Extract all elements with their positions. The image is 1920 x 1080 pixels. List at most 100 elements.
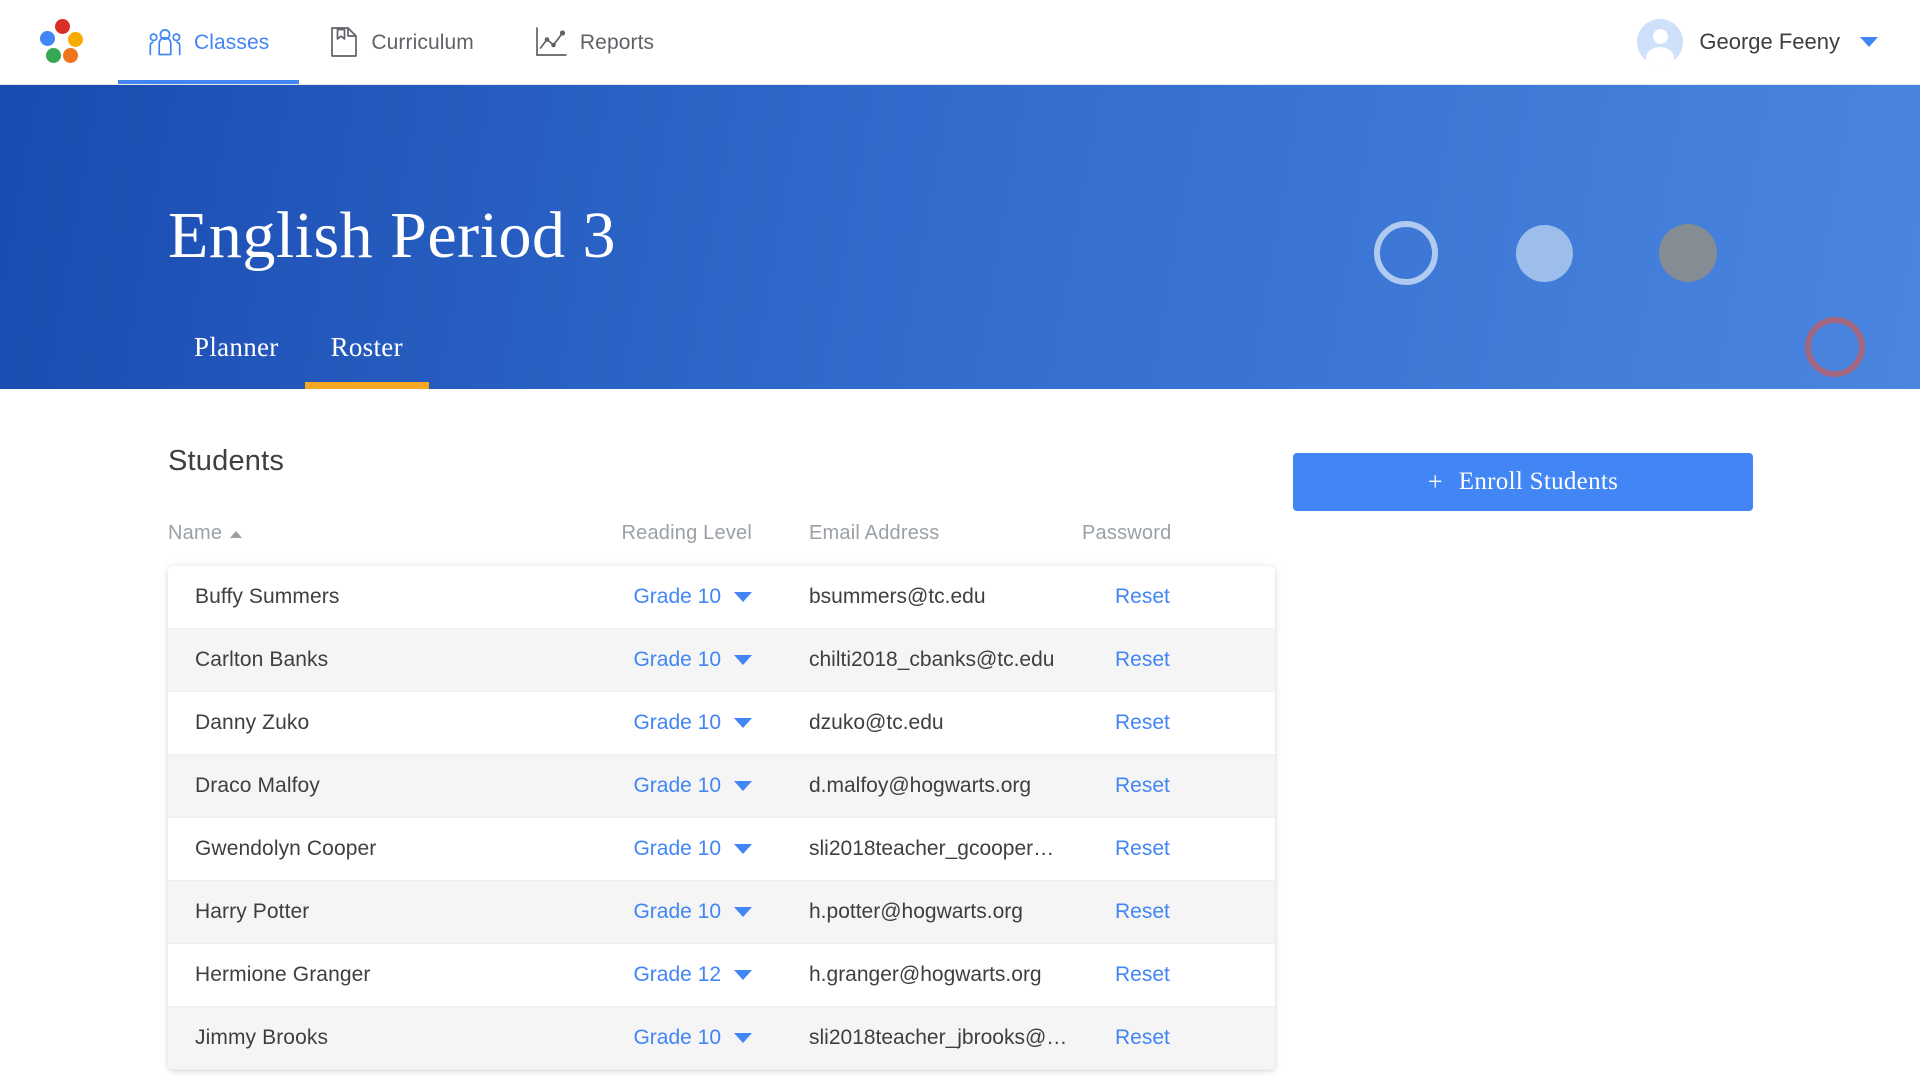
chevron-down-icon [734, 907, 752, 917]
nav-tab-curriculum[interactable]: Curriculum [299, 0, 504, 84]
password-cell: Reset [1082, 837, 1262, 861]
sort-ascending-icon[interactable] [230, 531, 243, 538]
password-cell: Reset [1082, 711, 1262, 735]
hero-tab-planner-label: Planner [194, 332, 279, 362]
nav-tab-classes-label: Classes [194, 30, 270, 54]
reading-level-value: Grade 10 [633, 837, 721, 860]
primary-nav-tabs: Classes Curriculum Reports [118, 0, 684, 84]
column-header-name[interactable]: Name [168, 522, 580, 545]
table-row[interactable]: Hermione Granger Grade 12 h.granger@hogw… [168, 944, 1275, 1007]
nav-tab-classes[interactable]: Classes [118, 0, 300, 84]
table-row[interactable]: Draco Malfoy Grade 10 d.malfoy@hogwarts.… [168, 755, 1275, 818]
chevron-down-icon [734, 844, 752, 854]
nav-tab-curriculum-label: Curriculum [371, 30, 474, 54]
logo-dot-green-icon [46, 48, 61, 63]
student-name: Carlton Banks [195, 648, 329, 671]
student-name: Draco Malfoy [195, 774, 320, 797]
table-row[interactable]: Gwendolyn Cooper Grade 10 sli2018teacher… [168, 818, 1275, 881]
chevron-down-icon [734, 970, 752, 980]
password-cell: Reset [1082, 648, 1262, 672]
student-email: sli2018teacher_jbrooks@… [809, 1026, 1068, 1049]
chevron-down-icon [734, 781, 752, 791]
student-name: Buffy Summers [195, 585, 340, 608]
column-header-email[interactable]: Email Address [752, 522, 1082, 545]
student-email: sli2018teacher_gcooper… [809, 837, 1055, 860]
top-navigation-bar: Classes Curriculum Reports George Feeny [0, 0, 1920, 85]
reading-level-value: Grade 10 [633, 648, 721, 671]
column-header-reading-level[interactable]: Reading Level [580, 522, 752, 545]
student-email: h.granger@hogwarts.org [809, 963, 1042, 986]
student-email: chilti2018_cbanks@tc.edu [809, 648, 1055, 671]
student-name: Gwendolyn Cooper [195, 837, 377, 860]
user-menu[interactable]: George Feeny [1637, 0, 1920, 84]
reading-level-dropdown[interactable]: Grade 10 [580, 1026, 752, 1050]
reading-level-value: Grade 12 [633, 963, 721, 986]
app-logo[interactable] [0, 0, 118, 84]
password-cell: Reset [1082, 900, 1262, 924]
reading-level-dropdown[interactable]: Grade 10 [580, 711, 752, 735]
reading-level-dropdown[interactable]: Grade 10 [580, 837, 752, 861]
people-group-icon [148, 27, 182, 57]
password-cell: Reset [1082, 774, 1262, 798]
student-email: bsummers@tc.edu [809, 585, 986, 608]
student-name: Danny Zuko [195, 711, 310, 734]
roster-table: Buffy Summers Grade 10 bsummers@tc.edu R… [168, 566, 1275, 1070]
reset-password-link[interactable]: Reset [1115, 900, 1170, 923]
table-row[interactable]: Jimmy Brooks Grade 10 sli2018teacher_jbr… [168, 1007, 1275, 1070]
reset-password-link[interactable]: Reset [1115, 711, 1170, 734]
logo-dot-blue-icon [40, 31, 55, 46]
nav-tab-reports[interactable]: Reports [504, 0, 684, 84]
table-row[interactable]: Buffy Summers Grade 10 bsummers@tc.edu R… [168, 566, 1275, 629]
chevron-down-icon[interactable] [1860, 37, 1878, 47]
reset-password-link[interactable]: Reset [1115, 585, 1170, 608]
reading-level-dropdown[interactable]: Grade 10 [580, 900, 752, 924]
hero-tab-roster-label: Roster [330, 332, 403, 362]
student-email: d.malfoy@hogwarts.org [809, 774, 1032, 797]
reading-level-dropdown[interactable]: Grade 12 [580, 963, 752, 987]
page-title: English Period 3 [168, 199, 616, 272]
hero-tab-bar: Planner Roster [168, 332, 1920, 389]
password-cell: Reset [1082, 585, 1262, 609]
password-cell: Reset [1082, 963, 1262, 987]
reset-password-link[interactable]: Reset [1115, 1026, 1170, 1049]
chevron-down-icon [734, 592, 752, 602]
page-root: Classes Curriculum Reports George Feeny … [0, 0, 1920, 1080]
chevron-down-icon [734, 1033, 752, 1043]
column-header-name-label: Name [168, 522, 223, 544]
reading-level-value: Grade 10 [633, 900, 721, 923]
nav-tab-reports-label: Reports [579, 30, 655, 54]
logo-dots-icon [36, 19, 83, 65]
enroll-students-label: Enroll Students [1458, 468, 1619, 495]
reading-level-dropdown[interactable]: Grade 10 [580, 648, 752, 672]
table-row[interactable]: Carlton Banks Grade 10 chilti2018_cbanks… [168, 629, 1275, 692]
reset-password-link[interactable]: Reset [1115, 774, 1170, 797]
user-name-label: George Feeny [1699, 29, 1840, 54]
reading-level-dropdown[interactable]: Grade 10 [580, 774, 752, 798]
line-chart-icon [534, 26, 568, 58]
student-name: Jimmy Brooks [195, 1026, 329, 1049]
chevron-down-icon [734, 718, 752, 728]
hero-tab-planner[interactable]: Planner [168, 332, 305, 389]
plus-icon: + [1427, 467, 1443, 496]
chevron-down-icon [734, 655, 752, 665]
class-hero-banner: English Period 3 Planner Roster [0, 85, 1920, 389]
avatar-head-shape [1652, 29, 1668, 44]
reading-level-value: Grade 10 [633, 585, 721, 608]
enroll-students-button[interactable]: + Enroll Students [1293, 453, 1753, 511]
student-email: dzuko@tc.edu [809, 711, 944, 734]
reset-password-link[interactable]: Reset [1115, 963, 1170, 986]
student-name: Harry Potter [195, 900, 310, 923]
reading-level-value: Grade 10 [633, 774, 721, 797]
reset-password-link[interactable]: Reset [1115, 837, 1170, 860]
reading-level-value: Grade 10 [633, 1026, 721, 1049]
reading-level-value: Grade 10 [633, 711, 721, 734]
student-name: Hermione Granger [195, 963, 371, 986]
reset-password-link[interactable]: Reset [1115, 648, 1170, 671]
logo-dot-yellow-icon [68, 32, 83, 47]
reading-level-dropdown[interactable]: Grade 10 [580, 585, 752, 609]
roster-table-header: Name Reading Level Email Address Passwor… [168, 522, 1920, 545]
table-row[interactable]: Harry Potter Grade 10 h.potter@hogwarts.… [168, 881, 1275, 944]
table-row[interactable]: Danny Zuko Grade 10 dzuko@tc.edu Reset [168, 692, 1275, 755]
column-header-password[interactable]: Password [1082, 522, 1262, 545]
hero-tab-roster[interactable]: Roster [304, 332, 430, 389]
